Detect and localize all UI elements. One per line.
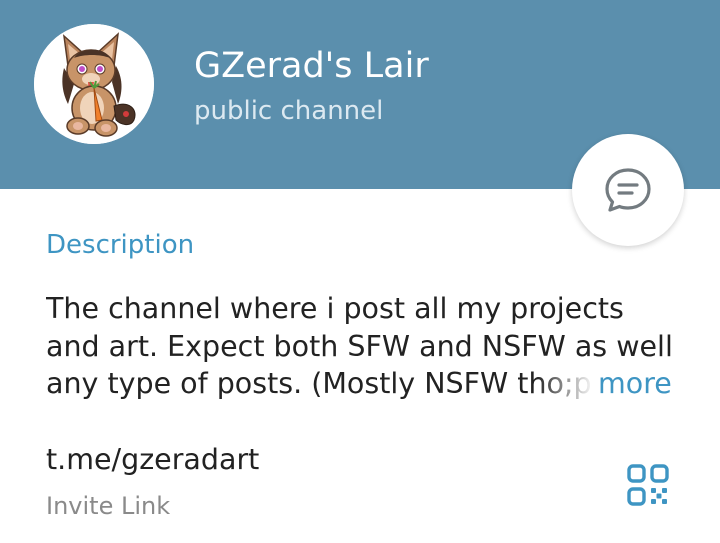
description-line-truncated: any type of posts. (Mostly NSFW tho;p mo… xyxy=(46,365,678,403)
invite-link-url[interactable]: t.me/gzeradart xyxy=(46,441,259,479)
chat-bubble-icon xyxy=(605,168,651,212)
open-chat-button[interactable] xyxy=(572,134,684,246)
channel-info-screen: GZerad's Lair public channel Description… xyxy=(0,0,720,543)
channel-avatar[interactable] xyxy=(34,24,154,144)
channel-description: The channel where i post all my projects… xyxy=(46,290,678,403)
description-line: The channel where i post all my projects xyxy=(46,292,624,325)
channel-title: GZerad's Lair xyxy=(194,46,429,86)
show-more-link[interactable]: more xyxy=(598,365,672,403)
fox-character-avatar-image xyxy=(34,24,154,144)
invite-link-caption: Invite Link xyxy=(46,492,171,520)
description-line: any type of posts. (Mostly NSFW tho;p xyxy=(46,367,592,400)
channel-type-subtitle: public channel xyxy=(194,96,384,126)
description-line: and art. Expect both SFW and NSFW as wel… xyxy=(46,329,673,363)
qr-code-button[interactable] xyxy=(620,457,676,513)
description-section-label: Description xyxy=(46,230,195,260)
qr-code-icon xyxy=(627,464,669,506)
